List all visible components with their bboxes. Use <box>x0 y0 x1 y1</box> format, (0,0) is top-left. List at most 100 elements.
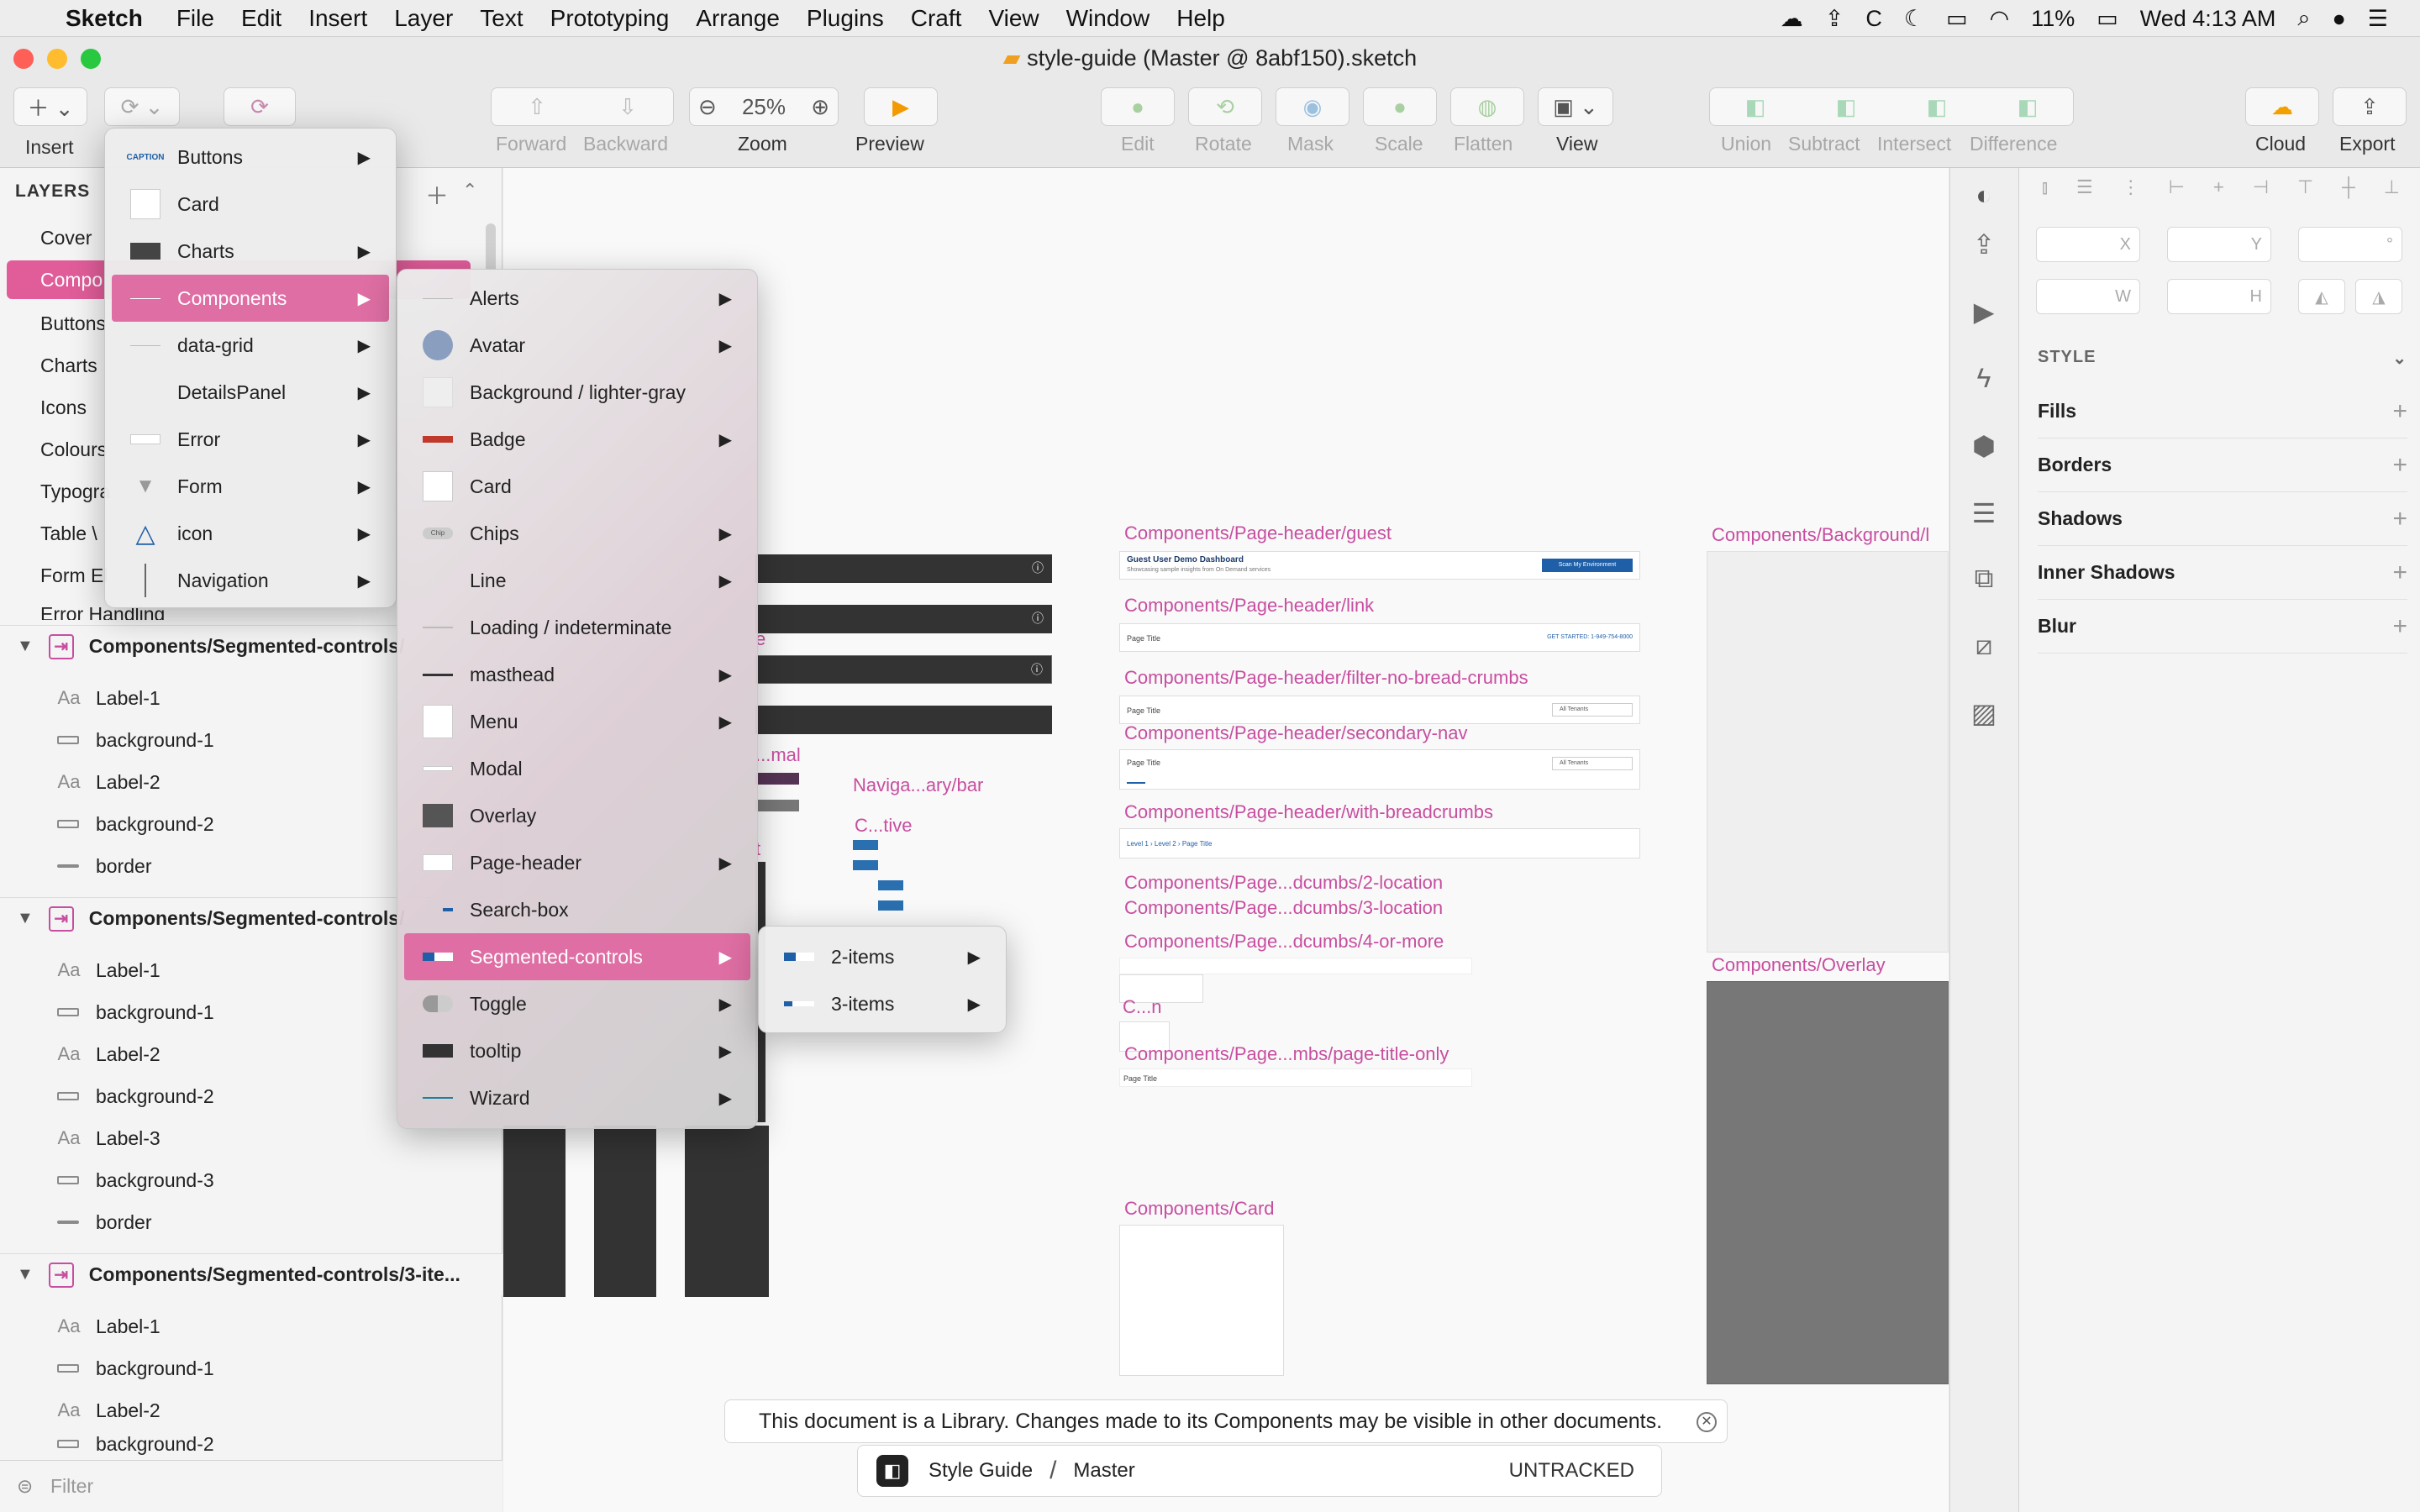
align-bottom-icon[interactable]: ⊥ <box>2384 176 2400 202</box>
menu-item-tooltip[interactable]: tooltip ▶ <box>404 1027 750 1074</box>
image-icon[interactable]: ▨ <box>1967 697 2001 731</box>
zoom-out-icon[interactable]: ⊖ <box>698 94 717 120</box>
lightning-icon[interactable]: ϟ <box>1967 363 2001 396</box>
masthead-artboard[interactable]: ⓘ <box>755 655 1052 684</box>
scale-button[interactable]: ● <box>1363 87 1437 126</box>
page-header-link-artboard[interactable]: Page Title GET STARTED: 1-949-754-8000 <box>1119 623 1640 652</box>
menu-text[interactable]: Text <box>466 5 536 32</box>
refresh-symbols-button[interactable]: ⟳ <box>224 87 296 126</box>
background-lighter-gray-artboard[interactable] <box>1707 551 1949 953</box>
layer-item[interactable]: background-1 <box>57 991 214 1033</box>
layer-item[interactable]: background-1 <box>57 1347 214 1389</box>
artboard-label[interactable]: C...tive <box>855 815 912 837</box>
menu-item-avatar[interactable]: Avatar ▶ <box>404 322 750 369</box>
add-fill-icon[interactable]: + <box>2392 397 2407 426</box>
menu-item-loading[interactable]: Loading / indeterminate <box>404 604 750 651</box>
abstract-logo-icon[interactable]: ◧ <box>876 1455 908 1487</box>
add-blur-icon[interactable]: + <box>2392 612 2407 641</box>
spotlight-search-icon[interactable]: ⌕ <box>2297 5 2310 32</box>
layer-item[interactable]: border <box>57 1201 151 1243</box>
blur-section[interactable]: Blur + <box>2038 600 2407 654</box>
artboard-label[interactable]: Components/Page-header/link <box>1124 595 1374 617</box>
page-header-guest-artboard[interactable]: Guest User Demo Dashboard Showcasing sam… <box>1119 551 1640 580</box>
play-icon[interactable]: ▶ <box>1967 296 2001 329</box>
menu-item-3-items[interactable]: 3-items ▶ <box>765 980 999 1027</box>
menu-item-modal[interactable]: Modal <box>404 745 750 792</box>
creative-cloud-icon[interactable]: ☁ <box>1781 6 1803 32</box>
layer-filter[interactable]: ⊜ Filter <box>0 1460 502 1512</box>
menu-item-charts[interactable]: Charts ▶ <box>112 228 389 275</box>
layer-item[interactable]: Aa Label-1 <box>57 949 160 991</box>
menu-item-buttons[interactable]: CAPTION Buttons ▶ <box>112 134 389 181</box>
layer-item[interactable]: background-2 <box>57 1431 214 1457</box>
menu-help[interactable]: Help <box>1163 5 1239 32</box>
nav-artboard[interactable] <box>755 773 799 785</box>
menu-item-components[interactable]: Components ▶ <box>112 275 389 322</box>
menu-item-wizard[interactable]: Wizard ▶ <box>404 1074 750 1121</box>
menu-item-alerts[interactable]: Alerts ▶ <box>404 275 750 322</box>
menu-item-overlay[interactable]: Overlay <box>404 792 750 839</box>
menu-item-page-header[interactable]: Page-header ▶ <box>404 839 750 886</box>
page-header-breadcrumbs-artboard[interactable]: Level 1 › Level 2 › Page Title <box>1119 828 1640 858</box>
difference-icon[interactable]: ◧ <box>2018 94 2039 120</box>
y-field[interactable]: Y <box>2167 227 2271 262</box>
menu-item-navigation[interactable]: Navigation ▶ <box>112 557 389 604</box>
page-cover[interactable]: Cover <box>40 227 92 249</box>
menu-item-toggle[interactable]: Toggle ▶ <box>404 980 750 1027</box>
menu-item-error[interactable]: Error ▶ <box>112 416 389 463</box>
layer-item[interactable]: border <box>57 845 151 887</box>
flip-horizontal-button[interactable]: ◭ <box>2298 279 2345 314</box>
layer-item[interactable]: Aa Label-2 <box>57 1389 160 1431</box>
page-table[interactable]: Table \ <box>40 522 97 545</box>
artboard-label[interactable]: C...n <box>1123 996 1161 1018</box>
menu-edit[interactable]: Edit <box>228 5 295 32</box>
rotate-button[interactable]: ⟲ <box>1188 87 1262 126</box>
edit-button[interactable]: ● <box>1101 87 1175 126</box>
layer-item[interactable]: Aa Label-1 <box>57 677 160 719</box>
layer-item[interactable]: background-2 <box>57 1075 214 1117</box>
cloud-upload-icon[interactable]: ⇪ <box>1825 6 1844 32</box>
artboard-label[interactable]: ...mal <box>755 744 801 766</box>
masthead-artboard[interactable] <box>755 706 1052 734</box>
menu-window[interactable]: Window <box>1053 5 1164 32</box>
menu-item-segmented-controls[interactable]: Segmented-controls ▶ <box>404 933 750 980</box>
menu-item-form[interactable]: ▼ Form ▶ <box>112 463 389 510</box>
preview-button[interactable]: ▶ <box>864 87 938 126</box>
menu-item-details-panel[interactable]: DetailsPanel ▶ <box>112 369 389 416</box>
page-colours[interactable]: Colours <box>40 438 107 461</box>
upload-icon[interactable]: ⇪ <box>1967 228 2001 262</box>
menu-item-chips[interactable]: Chip Chips ▶ <box>404 510 750 557</box>
crop-icon[interactable]: ⧄ <box>1967 630 2001 664</box>
collapse-pages-icon[interactable]: ⌃ <box>462 180 477 202</box>
page-title-only-artboard[interactable]: Page Title <box>1119 1068 1472 1087</box>
flip-vertical-button[interactable]: ◮ <box>2355 279 2402 314</box>
distribute-vertical-icon[interactable]: ☰ <box>2076 176 2093 202</box>
menu-plugins[interactable]: Plugins <box>793 5 897 32</box>
align-left-icon[interactable]: ⊢ <box>2169 176 2185 202</box>
menu-arrange[interactable]: Arrange <box>682 5 793 32</box>
menu-item-line[interactable]: Line ▶ <box>404 557 750 604</box>
clock[interactable]: Wed 4:13 AM <box>2140 6 2276 32</box>
artboard-label[interactable]: Components/Page-header/secondary-nav <box>1124 722 1467 744</box>
distribute-horizontal-icon[interactable]: ⫾ <box>2042 176 2048 202</box>
close-icon[interactable]: ✕ <box>1697 1412 1717 1432</box>
align-middle-icon[interactable]: ┼ <box>2342 176 2355 202</box>
page-buttons[interactable]: Buttons <box>40 312 106 335</box>
style-header[interactable]: STYLE ⌄ <box>2038 348 2407 369</box>
menu-item-card[interactable]: Card <box>404 463 750 510</box>
disclosure-triangle-icon[interactable]: ▼ <box>17 1265 34 1284</box>
artboard-label[interactable]: Components/Page...dcumbs/2-location <box>1124 872 1443 894</box>
list-icon[interactable]: ☰ <box>1967 497 2001 531</box>
layer-item[interactable]: Aa Label-1 <box>57 1305 160 1347</box>
card-artboard[interactable] <box>1119 1225 1284 1376</box>
craft-logo-icon[interactable]: ◐ <box>1967 180 2001 213</box>
artboard-label[interactable]: Components/Page-header/with-breadcrumbs <box>1124 801 1493 823</box>
page-icons[interactable]: Icons <box>40 396 87 419</box>
artboard-label[interactable]: Components/Card <box>1124 1198 1275 1220</box>
subtract-icon[interactable]: ◧ <box>1836 94 1857 120</box>
add-inner-shadow-icon[interactable]: + <box>2392 559 2407 587</box>
export-button[interactable]: ⇪ <box>2333 87 2407 126</box>
artboard-label[interactable]: Naviga...ary/bar <box>853 774 983 796</box>
menu-layer[interactable]: Layer <box>381 5 466 32</box>
page-form-elements[interactable]: Form El <box>40 564 108 587</box>
